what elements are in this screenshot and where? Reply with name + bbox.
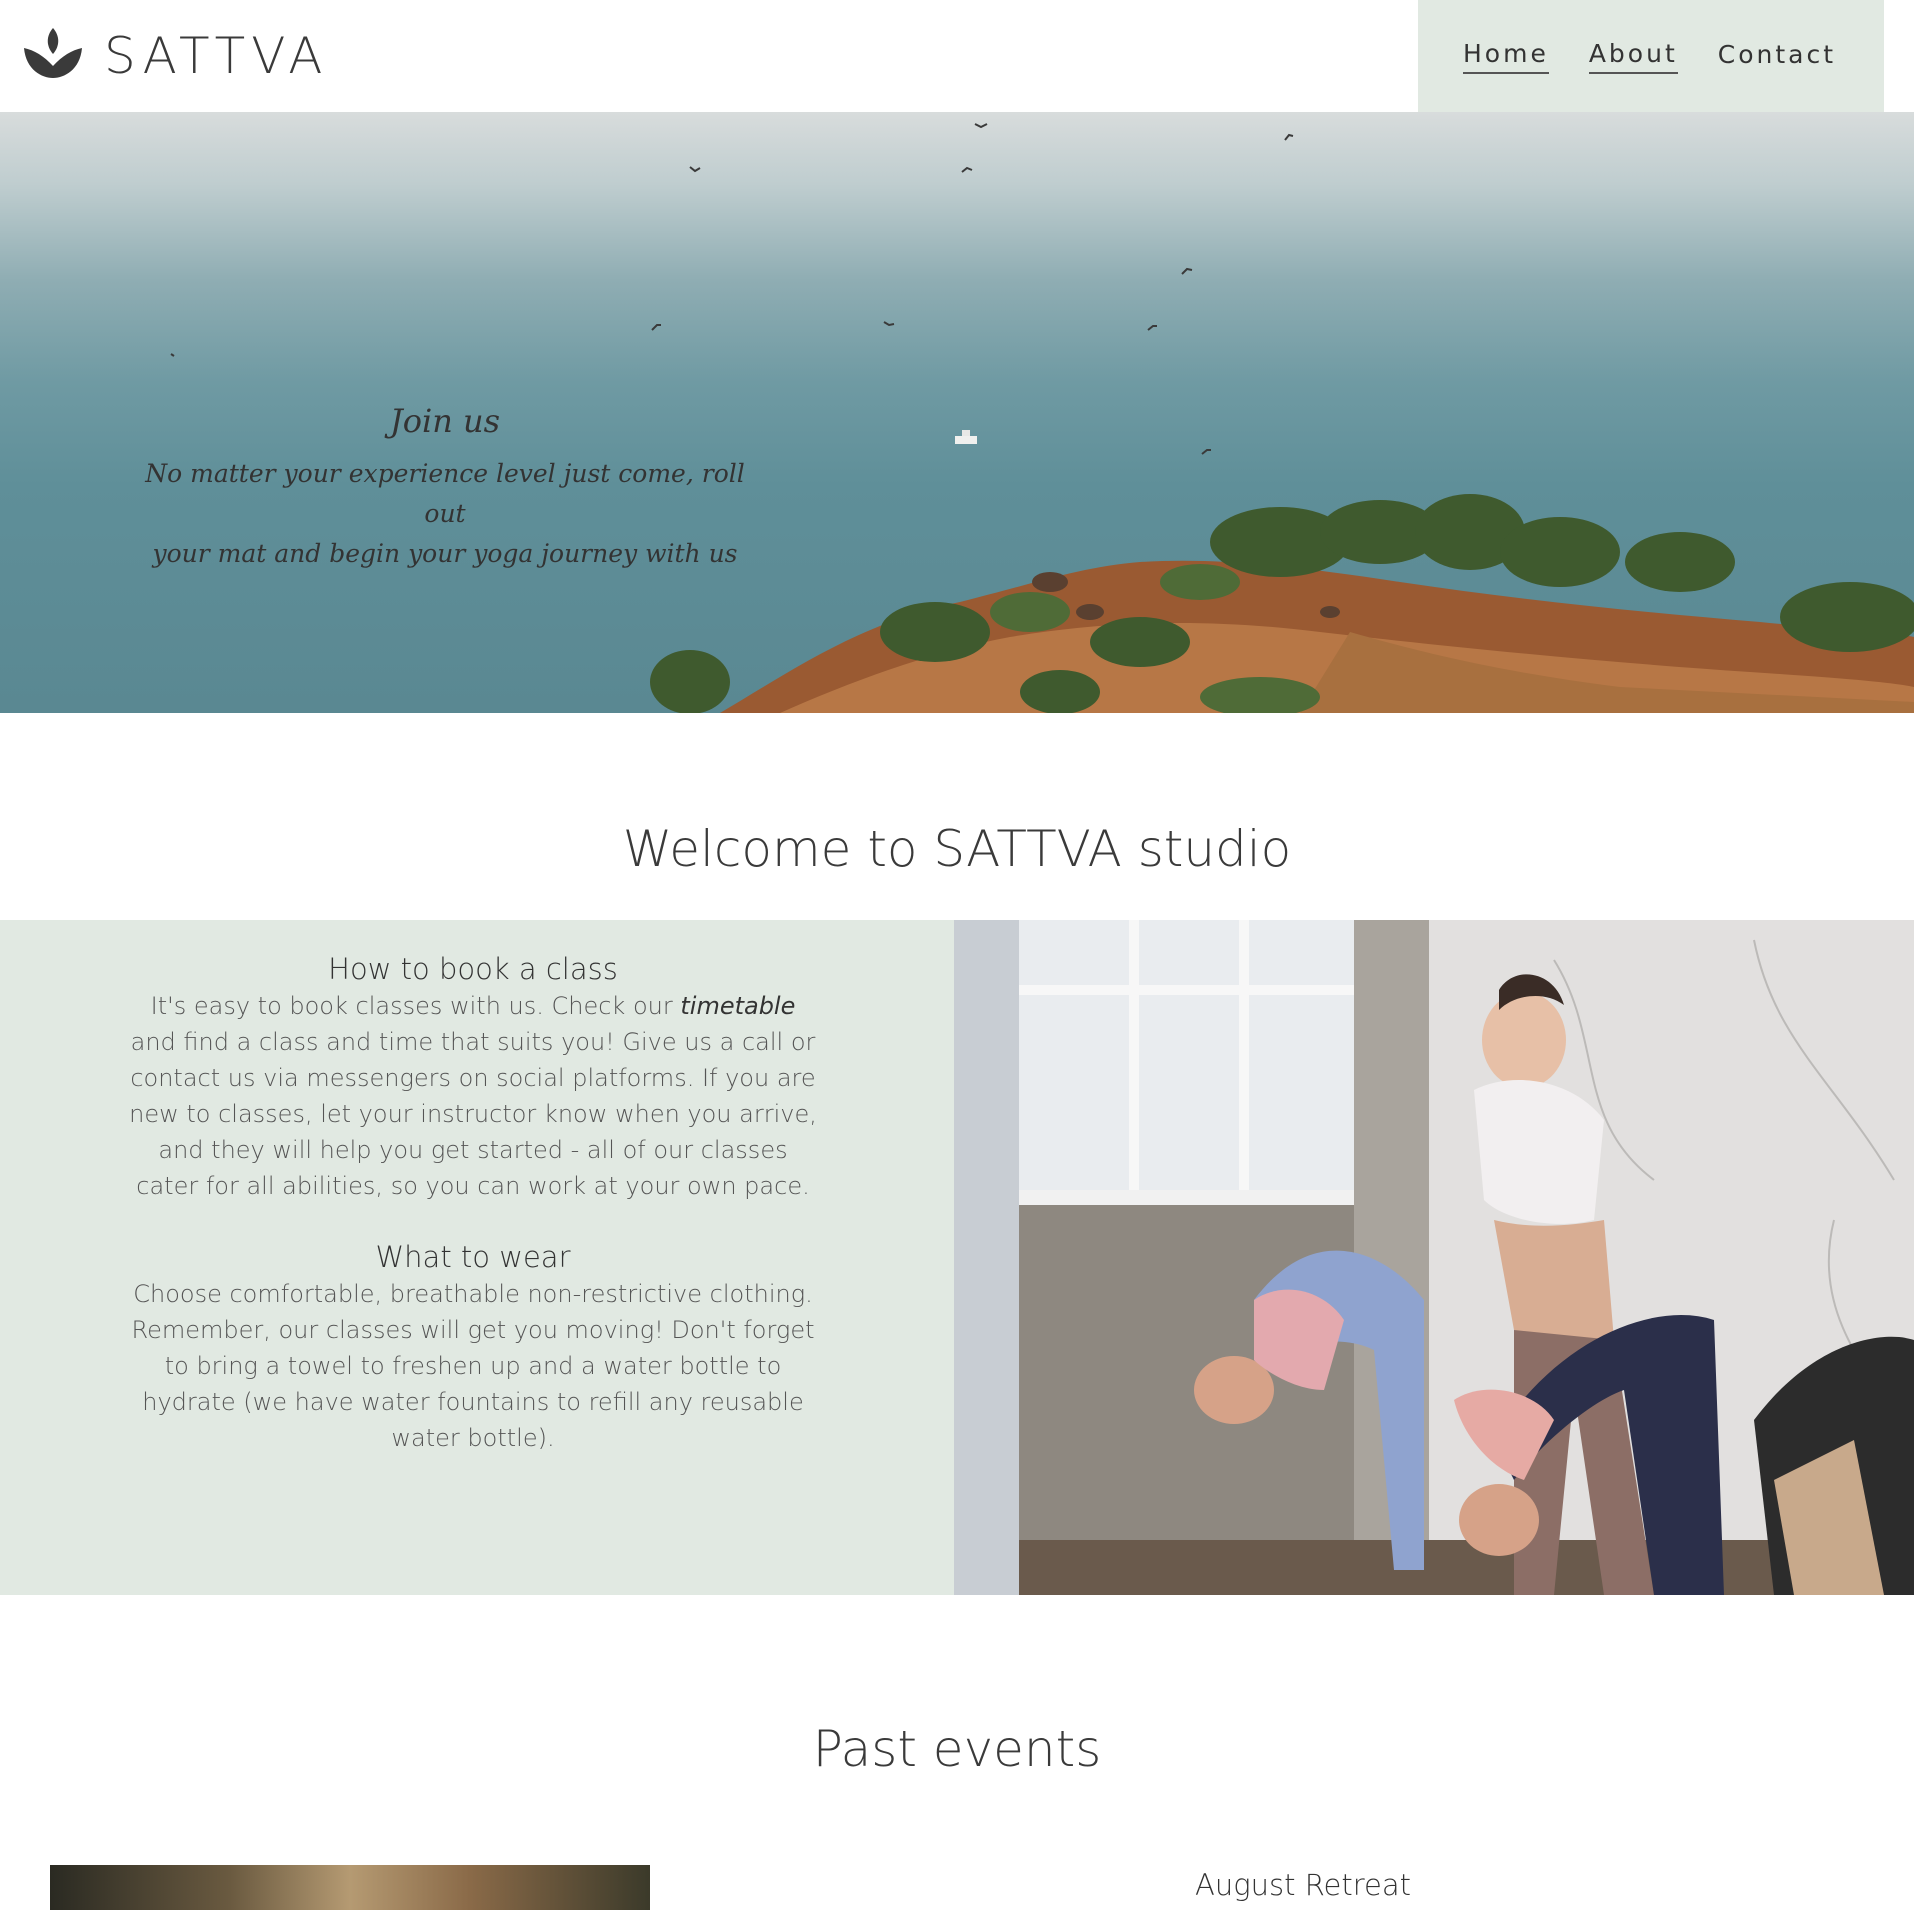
- clothing-text: Choose comfortable, breathable non-restr…: [131, 1280, 815, 1452]
- nav-home[interactable]: Home: [1463, 39, 1549, 74]
- clothing-heading: What to wear: [375, 1240, 571, 1274]
- hero-subtitle-line-1: No matter your experience level just com…: [145, 459, 745, 528]
- nav-about[interactable]: About: [1588, 39, 1678, 74]
- logo[interactable]: SATTVA: [22, 26, 328, 85]
- nav-contact[interactable]: Contact: [1718, 40, 1836, 73]
- booking-text: It's easy to book classes with us. Check…: [128, 988, 818, 1204]
- site-header: SATTVA Home About Contact: [0, 0, 1914, 112]
- clothing-info: What to wear Choose comfortable, breatha…: [128, 1240, 818, 1456]
- past-events-title: Past events: [812, 1720, 1102, 1778]
- hero-text: Join us No matter your experience level …: [140, 402, 750, 574]
- booking-heading: How to book a class: [328, 952, 618, 986]
- main-nav: Home About Contact: [1418, 0, 1884, 112]
- event-photo[interactable]: [50, 1865, 650, 1910]
- lotus-icon: [22, 26, 84, 85]
- info-section: How to book a class It's easy to book cl…: [0, 920, 954, 1595]
- booking-info: How to book a class It's easy to book cl…: [128, 952, 818, 1204]
- hero-banner: Join us No matter your experience level …: [0, 112, 1914, 713]
- booking-text-end: and find a class and time that suits you…: [129, 1028, 817, 1200]
- yoga-class-photo: [954, 920, 1914, 1595]
- welcome-title: Welcome to SATTVA studio: [622, 820, 1292, 878]
- booking-text-start: It's easy to book classes with us. Check…: [150, 992, 681, 1020]
- hero-subtitle-line-2: your mat and begin your yoga journey wit…: [152, 539, 738, 568]
- hero-title: Join us: [389, 402, 501, 440]
- timetable-link[interactable]: timetable: [680, 992, 795, 1020]
- logo-text: SATTVA: [104, 26, 329, 85]
- event-title[interactable]: August Retreat: [1195, 1868, 1411, 1902]
